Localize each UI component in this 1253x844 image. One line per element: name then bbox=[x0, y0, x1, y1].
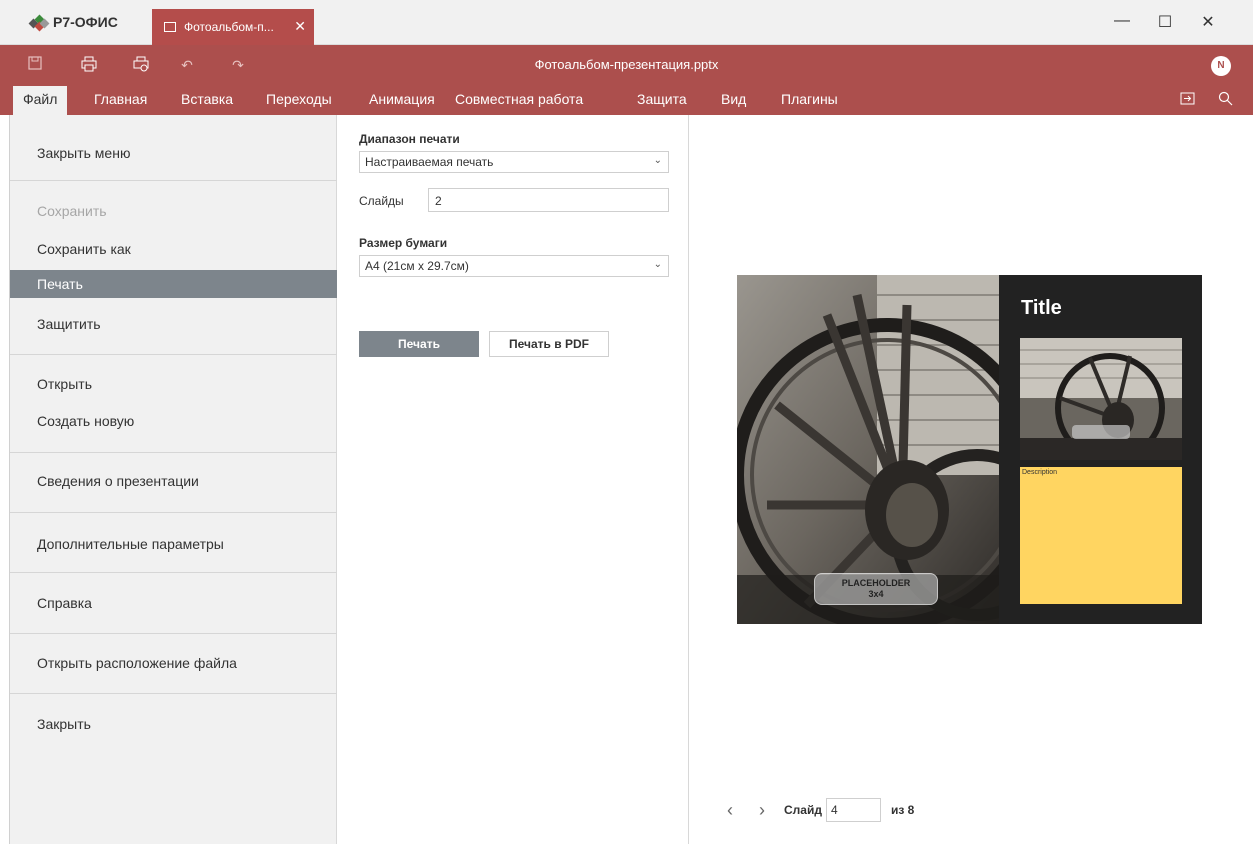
tab-home[interactable]: Главная bbox=[94, 91, 147, 107]
close-window-icon[interactable]: ✕ bbox=[1193, 12, 1223, 32]
menu-advanced-settings[interactable]: Дополнительные параметры bbox=[10, 530, 337, 558]
slide-thumbnail-photo bbox=[1020, 338, 1182, 460]
document-tab-label: Фотоальбом-п... bbox=[184, 20, 274, 34]
paper-size-value: A4 (21см x 29.7см) bbox=[365, 259, 469, 273]
tab-view[interactable]: Вид bbox=[721, 91, 746, 107]
divider bbox=[10, 512, 337, 513]
app-brand: Р7-ОФИС bbox=[53, 14, 118, 30]
divider bbox=[10, 452, 337, 453]
tab-protection[interactable]: Защита bbox=[637, 91, 687, 107]
left-border bbox=[0, 115, 10, 844]
tab-animation[interactable]: Анимация bbox=[369, 91, 435, 107]
menu-open[interactable]: Открыть bbox=[10, 370, 337, 398]
minimize-icon[interactable]: — bbox=[1107, 12, 1137, 30]
user-avatar[interactable]: N bbox=[1211, 56, 1231, 76]
tab-file[interactable]: Файл bbox=[13, 86, 68, 115]
paper-size-select[interactable]: A4 (21см x 29.7см) ⌄ bbox=[359, 255, 669, 277]
print-range-select[interactable]: Настраиваемая печать ⌄ bbox=[359, 151, 669, 173]
slide-number-input[interactable]: 4 bbox=[825, 798, 881, 822]
print-settings-panel: Диапазон печати Настраиваемая печать ⌄ С… bbox=[338, 115, 689, 844]
slides-label: Слайды bbox=[359, 194, 404, 208]
menu-bar: Файл Главная Вставка Переходы Анимация С… bbox=[0, 85, 1253, 115]
print-range-label: Диапазон печати bbox=[359, 132, 460, 146]
menu-close[interactable]: Закрыть меню bbox=[10, 139, 337, 167]
divider bbox=[10, 180, 337, 181]
slide-total: из 8 bbox=[890, 803, 915, 817]
placeholder-label: PLACEHOLDER bbox=[841, 578, 911, 588]
menu-protect[interactable]: Защитить bbox=[10, 310, 337, 338]
close-tab-icon[interactable]: ✕ bbox=[294, 18, 306, 35]
description-box: Description bbox=[1020, 467, 1182, 604]
app-logo: Р7-ОФИС bbox=[28, 14, 118, 32]
menu-close-file[interactable]: Закрыть bbox=[10, 710, 337, 738]
slide-title: Title bbox=[1021, 297, 1062, 319]
menu-save-as[interactable]: Сохранить как bbox=[10, 235, 337, 263]
open-location-icon[interactable] bbox=[1180, 91, 1195, 109]
chevron-right-icon[interactable]: › bbox=[752, 800, 772, 821]
placeholder-ratio: 3x4 bbox=[868, 589, 884, 599]
slide-label: Слайд bbox=[784, 803, 822, 817]
tab-collaboration[interactable]: Совместная работа bbox=[455, 91, 583, 107]
print-button[interactable]: Печать bbox=[359, 331, 479, 357]
thumbnail-placeholder bbox=[1072, 425, 1130, 439]
slide-preview: PLACEHOLDER 3x4 Title Description bbox=[737, 275, 1202, 624]
divider bbox=[10, 354, 337, 355]
description-text: Description bbox=[1022, 469, 1058, 476]
tab-insert[interactable]: Вставка bbox=[181, 91, 233, 107]
slide-pager: ‹ › Слайд 4 из 8 bbox=[720, 798, 914, 822]
divider bbox=[10, 693, 337, 694]
menu-save: Сохранить bbox=[37, 203, 107, 219]
slides-input[interactable]: 2 bbox=[428, 188, 669, 212]
tab-plugins[interactable]: Плагины bbox=[781, 91, 838, 107]
chevron-down-icon: ⌄ bbox=[653, 155, 662, 166]
paper-size-label: Размер бумаги bbox=[359, 236, 448, 250]
file-menu-panel: Закрыть меню Сохранить Сохранить как Печ… bbox=[10, 115, 337, 844]
header-toolbar: ↶ ↷ Фотоальбом-презентация.pptx N bbox=[0, 45, 1253, 85]
menu-presentation-info[interactable]: Сведения о презентации bbox=[10, 467, 337, 495]
title-bar: Р7-ОФИС Фотоальбом-п... ✕ — ☐ ✕ bbox=[0, 0, 1253, 45]
chevron-left-icon[interactable]: ‹ bbox=[720, 800, 740, 821]
menu-print[interactable]: Печать bbox=[10, 270, 337, 298]
presentation-icon bbox=[164, 22, 176, 32]
divider bbox=[10, 572, 337, 573]
tab-transitions[interactable]: Переходы bbox=[266, 91, 332, 107]
document-title: Фотоальбом-презентация.pptx bbox=[534, 57, 719, 72]
menu-help[interactable]: Справка bbox=[10, 589, 337, 617]
image-placeholder: PLACEHOLDER 3x4 bbox=[814, 573, 938, 605]
print-to-pdf-button[interactable]: Печать в PDF bbox=[489, 331, 609, 357]
menu-create-new[interactable]: Создать новую bbox=[10, 407, 337, 435]
maximize-icon[interactable]: ☐ bbox=[1150, 12, 1180, 32]
document-tab[interactable]: Фотоальбом-п... ✕ bbox=[152, 9, 314, 45]
print-preview: PLACEHOLDER 3x4 Title Description ‹ › Сл… bbox=[690, 115, 1253, 844]
divider bbox=[10, 633, 337, 634]
logo-icon bbox=[28, 14, 50, 32]
slide-photo bbox=[737, 275, 999, 624]
search-icon[interactable] bbox=[1218, 91, 1233, 109]
menu-open-file-location[interactable]: Открыть расположение файла bbox=[10, 649, 337, 677]
print-range-value: Настраиваемая печать bbox=[365, 155, 494, 169]
chevron-down-icon: ⌄ bbox=[653, 259, 662, 270]
